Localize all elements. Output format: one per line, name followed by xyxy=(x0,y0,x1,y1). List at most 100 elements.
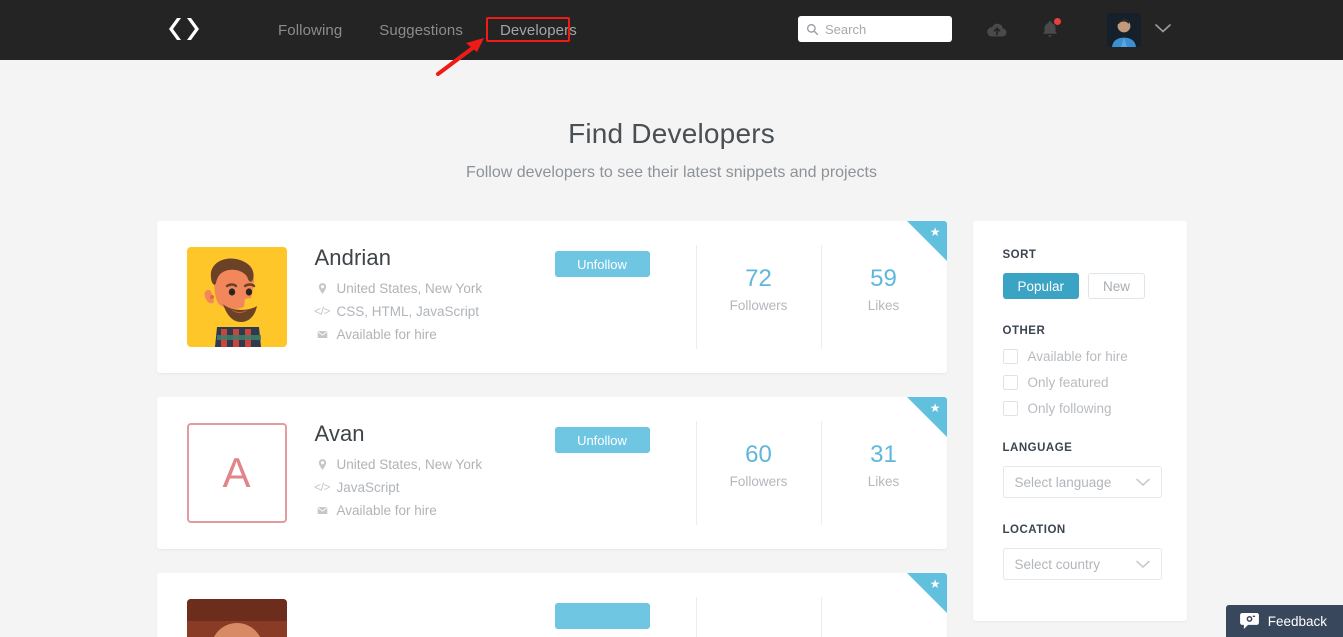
chevron-down-icon xyxy=(1135,560,1150,569)
hire-text: Available for hire xyxy=(336,503,437,518)
developer-avatar xyxy=(186,247,287,347)
avatar-photo xyxy=(1107,13,1141,47)
unfollow-button[interactable]: Unfollow xyxy=(554,251,650,277)
language-value: Select language xyxy=(1014,474,1112,490)
location-label: LOCATION xyxy=(1002,524,1066,536)
location-text: United States, New York xyxy=(336,281,483,296)
map-pin-icon xyxy=(315,281,330,296)
followers-stat xyxy=(695,597,821,637)
filter-only-featured[interactable]: Only featured xyxy=(1002,375,1162,390)
code-brackets-icon: </> xyxy=(314,304,330,318)
code-chevron-logo-icon xyxy=(169,18,199,40)
nav-item-developers[interactable]: Developers xyxy=(498,19,579,42)
country-value: Select country xyxy=(1014,556,1101,572)
followers-stat: 60 Followers xyxy=(695,421,821,525)
cloud-upload-icon[interactable] xyxy=(985,18,1009,42)
sort-label: SORT xyxy=(1002,249,1037,261)
filter-available-for-hire[interactable]: Available for hire xyxy=(1002,349,1162,364)
filter-label: Available for hire xyxy=(1027,349,1128,364)
other-label: OTHER xyxy=(1002,325,1046,337)
page-body: Find Developers Follow developers to see… xyxy=(0,118,1343,637)
sort-popular-button[interactable]: Popular xyxy=(1002,273,1080,299)
avatar-illustration xyxy=(186,247,287,347)
location-text: United States, New York xyxy=(336,457,483,472)
developer-location: United States, New York xyxy=(315,280,555,297)
followers-count: 72 xyxy=(745,265,772,292)
envelope-icon xyxy=(315,327,330,342)
main-nav: Following Suggestions Developers xyxy=(276,0,579,60)
checkbox[interactable] xyxy=(1002,401,1018,416)
nav-item-suggestions[interactable]: Suggestions xyxy=(377,19,465,42)
featured-ribbon xyxy=(906,397,947,437)
country-select[interactable]: Select country xyxy=(1002,548,1162,580)
feedback-label: Feedback xyxy=(1267,613,1327,629)
developer-card[interactable]: ★ xyxy=(156,573,947,637)
language-label: LANGUAGE xyxy=(1002,442,1073,454)
languages-text: CSS, HTML, JavaScript xyxy=(336,304,480,319)
nav-item-following[interactable]: Following xyxy=(276,19,344,42)
languages-text: JavaScript xyxy=(336,480,400,495)
developer-info: Avan United States, New York </> JavaScr… xyxy=(314,421,555,525)
developer-location: United States, New York xyxy=(315,456,555,473)
filter-label: Only following xyxy=(1027,401,1112,416)
featured-ribbon xyxy=(906,573,947,613)
likes-count: 59 xyxy=(870,265,897,292)
search-box[interactable] xyxy=(798,16,952,42)
top-navigation-bar: Following Suggestions Developers xyxy=(0,0,1343,60)
chevron-down-icon xyxy=(1135,478,1150,487)
hire-text: Available for hire xyxy=(336,327,437,342)
developer-avatar: A xyxy=(186,423,287,523)
developer-name[interactable]: Avan xyxy=(315,421,555,447)
camera-bubble-icon xyxy=(1239,613,1259,629)
sort-new-button[interactable]: New xyxy=(1088,273,1146,299)
featured-ribbon xyxy=(906,221,947,261)
avatar[interactable] xyxy=(1107,13,1141,47)
checkbox[interactable] xyxy=(1002,375,1018,390)
developer-languages: </> CSS, HTML, JavaScript xyxy=(314,303,555,320)
star-icon: ★ xyxy=(929,577,941,591)
map-pin-icon xyxy=(315,457,330,472)
cloud-upload-glyph xyxy=(987,23,1007,37)
checkbox[interactable] xyxy=(1002,349,1018,364)
notification-badge xyxy=(1054,18,1061,25)
star-icon: ★ xyxy=(929,401,941,415)
developer-list: ★ Andrian United States, New York </> CS… xyxy=(156,221,947,637)
header-icon-group xyxy=(985,0,1062,60)
envelope-icon xyxy=(315,503,330,518)
filter-only-following[interactable]: Only following xyxy=(1002,401,1162,416)
search-icon xyxy=(806,23,819,35)
followers-count: 60 xyxy=(745,441,772,468)
developer-card[interactable]: ★ xyxy=(156,221,947,373)
developer-hire-status: Available for hire xyxy=(315,326,555,343)
site-logo[interactable] xyxy=(163,14,205,44)
avatar-initial: A xyxy=(222,449,251,496)
search-input[interactable] xyxy=(825,21,943,37)
developer-hire-status: Available for hire xyxy=(315,502,555,519)
code-brackets-icon: </> xyxy=(314,480,330,494)
chevron-down-icon[interactable] xyxy=(1154,22,1172,34)
page-subtitle: Follow developers to see their latest sn… xyxy=(466,164,877,181)
followers-label: Followers xyxy=(729,297,788,313)
content-area: ★ Andrian United States, New York </> CS… xyxy=(156,221,1187,637)
sort-toggle-group: Popular New xyxy=(1002,273,1162,299)
star-icon: ★ xyxy=(929,225,941,239)
developer-avatar xyxy=(186,599,287,637)
developer-languages: </> JavaScript xyxy=(314,479,555,496)
developer-card[interactable]: ★ A Avan United States, New York </> Jav… xyxy=(156,397,947,549)
unfollow-button[interactable]: Unfollow xyxy=(554,427,650,453)
feedback-button[interactable]: Feedback xyxy=(1225,605,1343,637)
avatar-illustration xyxy=(186,599,287,637)
developer-info: Andrian United States, New York </> CSS,… xyxy=(314,245,555,349)
filter-sidebar: SORT Popular New OTHER Available for hir… xyxy=(972,221,1187,621)
likes-count: 31 xyxy=(870,441,897,468)
likes-label: Likes xyxy=(867,473,900,489)
followers-stat: 72 Followers xyxy=(695,245,821,349)
notification-bell-icon[interactable] xyxy=(1038,18,1062,42)
language-select[interactable]: Select language xyxy=(1002,466,1162,498)
filter-label: Only featured xyxy=(1027,375,1109,390)
followers-label: Followers xyxy=(729,473,788,489)
developer-name[interactable]: Andrian xyxy=(315,245,555,271)
likes-label: Likes xyxy=(867,297,900,313)
page-title: Find Developers xyxy=(568,118,775,149)
unfollow-button[interactable] xyxy=(554,603,650,629)
